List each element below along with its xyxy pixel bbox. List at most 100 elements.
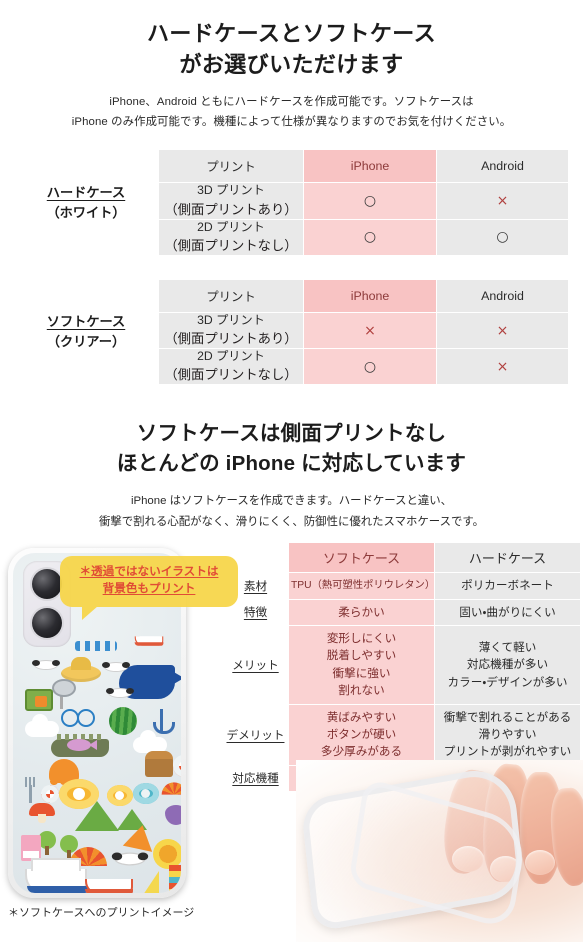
table-row-demerit: デメリット 黄ばみやすい ボタンが硬い 多少厚みがある 衝撃で割れることがある …	[222, 703, 581, 766]
header-hard-case: ハードケース	[434, 542, 581, 574]
hard-case-compatibility-block: ハードケース （ホワイト） プリント iPhone Android 3D プリン…	[0, 149, 583, 256]
soft-vs-hard-comparison-table-wrapper: ソフトケース ハードケース 素材 TPU（熱可塑性ポリウレタン） ポリカーボネー…	[222, 542, 581, 793]
header-iphone: iPhone	[303, 278, 437, 313]
section2-subtext-line1: iPhone はソフトケースを作成できます。ハードケースと違い、	[130, 495, 453, 508]
life-ring-sticker-icon	[173, 755, 181, 778]
cell-iphone-support: ○	[303, 182, 437, 220]
callout-top-line2: 背景色もプリント	[102, 582, 196, 596]
flexible-case-photo: ケースの脱着が 苦手な方におすすめ。	[296, 760, 583, 943]
header-android: Android	[436, 149, 569, 184]
header-iphone: iPhone	[303, 149, 437, 184]
cell-soft-feature: 柔らかい	[288, 598, 435, 627]
cloud-sticker-icon	[25, 714, 59, 738]
cell-hard-material: ポリカーボネート	[434, 572, 581, 600]
print-type-note: （側面プリントなし）	[164, 367, 298, 383]
camera-lens-icon	[32, 569, 62, 600]
soft-vs-hard-comparison-table: ソフトケース ハードケース 素材 TPU（熱可塑性ポリウレタン） ポリカーボネー…	[222, 542, 581, 793]
row-label-merit: メリット	[222, 625, 289, 705]
support-mark: ○	[363, 229, 377, 246]
cell-print-type: 3D プリント （側面プリントあり）	[158, 182, 304, 220]
soft-case-label-main: ソフトケース	[46, 314, 126, 330]
cell-iphone-support: ○	[303, 348, 437, 386]
callout-top-line1: ＊透過ではないイラストは	[79, 565, 219, 579]
ring-sticker-icon	[133, 783, 159, 805]
table-row-feature: 特徴 柔らかい 固い・曲がりにくい	[222, 598, 581, 627]
soft-case-compatibility-block: ソフトケース （クリアー） プリント iPhone Android 3D プリン…	[0, 278, 583, 386]
section1-heading: ハードケースとソフトケース がお選びいただけます	[0, 0, 583, 80]
hard-case-label-sub: （ホワイト）	[46, 204, 126, 220]
support-mark: ○	[363, 193, 377, 209]
cell-soft-merit: 変形しにくい 脱着しやすい 衝撃に強い 割れない	[288, 625, 435, 705]
parasol-sticker-icon	[161, 782, 181, 795]
ship-sticker-icon	[25, 858, 89, 894]
row-label-supported-devices: 対応機種	[222, 764, 289, 793]
hard-case-table: プリント iPhone Android 3D プリント （側面プリントあり） ○…	[158, 149, 569, 256]
boat-sticker-icon	[134, 636, 164, 647]
cell-hard-demerit: 衝撃で割れることがある 滑りやすい プリントが剥がれやすい	[434, 703, 581, 766]
cell-android-support: ×	[436, 348, 569, 386]
wave-sticker-icon	[75, 641, 117, 652]
cell-android-support: ○	[436, 218, 569, 256]
table-header-row: プリント iPhone Android	[158, 149, 569, 184]
support-mark: ○	[496, 229, 509, 246]
camera-lens-icon	[32, 608, 62, 639]
cell-iphone-support: ×	[303, 311, 437, 350]
hill-sticker-icon	[75, 801, 119, 832]
section1-subtext-line1: iPhone、Android ともにハードケースを作成可能です。ソフトケースは	[109, 96, 474, 109]
print-type-name: 2D プリント	[197, 219, 265, 234]
seagull-sticker-icon	[111, 852, 149, 865]
print-type-note: （側面プリントあり）	[164, 201, 298, 217]
footnote-text: ＊ソフトケースへのプリントイメージ	[8, 907, 195, 920]
support-mark: ×	[496, 322, 509, 339]
table-row: 3D プリント （側面プリントあり） ○ ×	[158, 182, 569, 220]
print-type-note: （側面プリントあり）	[164, 331, 298, 347]
print-type-note: （側面プリントなし）	[164, 237, 298, 253]
print-type-name: 2D プリント	[197, 349, 265, 364]
print-type-name: 3D プリント	[197, 183, 265, 198]
section2-heading: ソフトケースは側面プリントなし ほとんどの iPhone に対応しています	[0, 419, 583, 479]
section2-heading-line1: ソフトケースは側面プリントなし	[136, 422, 447, 446]
striped-flag-sticker-icon	[169, 865, 181, 894]
cell-iphone-support: ○	[303, 218, 437, 256]
suitcase-sticker-icon	[25, 689, 53, 712]
cell-print-type: 3D プリント （側面プリントあり）	[158, 311, 304, 350]
table-header-row: ソフトケース ハードケース	[222, 542, 581, 574]
table-row: 2D プリント （側面プリントなし） ○ ○	[158, 218, 569, 256]
starfish-sticker-icon	[122, 822, 158, 853]
table-row: 3D プリント （側面プリントあり） × ×	[158, 311, 569, 350]
header-print: プリント	[158, 278, 304, 313]
header-soft-case: ソフトケース	[288, 542, 435, 574]
support-mark: ×	[496, 193, 509, 209]
seagull-sticker-icon	[32, 660, 60, 670]
cell-print-type: 2D プリント （側面プリントなし）	[158, 348, 304, 386]
hard-case-label-main: ハードケース	[46, 184, 126, 200]
cell-soft-material: TPU（熱可塑性ポリウレタン）	[288, 572, 435, 600]
anchor-sticker-icon	[153, 709, 175, 735]
row-label-demerit: デメリット	[222, 703, 289, 766]
fork-sticker-icon	[25, 777, 37, 804]
table-row-material: 素材 TPU（熱可塑性ポリウレタン） ポリカーボネート	[222, 572, 581, 600]
header-print: プリント	[158, 149, 304, 184]
butterfly-net-sticker-icon	[52, 679, 76, 710]
cell-print-type: 2D プリント （側面プリントなし）	[158, 218, 304, 256]
mushroom-sticker-icon	[29, 803, 55, 824]
section1-subtext-line2: iPhone のみ作成可能です。機種によって仕様が異なりますのでお気を付けくださ…	[71, 116, 512, 129]
sailboat-sticker-icon	[129, 871, 163, 894]
soft-case-label-sub: （クリアー）	[46, 334, 126, 350]
soft-case-table: プリント iPhone Android 3D プリント （側面プリントあり） ×…	[158, 278, 569, 386]
section1-subtext: iPhone、Android ともにハードケースを作成可能です。ソフトケースは …	[0, 93, 583, 133]
bicycle-sticker-icon	[61, 709, 95, 728]
section1-heading-line1: ハードケースとソフトケース	[146, 21, 436, 46]
table-row: 2D プリント （側面プリントなし） ○ ×	[158, 348, 569, 386]
product-description-page: ハードケースとソフトケース がお選びいただけます iPhone、Android …	[0, 0, 583, 952]
cell-android-support: ×	[436, 182, 569, 220]
support-mark: ×	[364, 322, 376, 339]
hard-case-label: ハードケース （ホワイト）	[14, 183, 158, 223]
support-mark: ○	[363, 358, 377, 375]
section2-subtext: iPhone はソフトケースを作成できます。ハードケースと違い、 衝撃で割れる心…	[0, 491, 583, 532]
cell-android-support: ×	[436, 311, 569, 350]
lower-section: ＊透過ではないイラストは 背景色もプリント ソフトケース ハードケース 素材 T…	[0, 542, 583, 943]
boat-sticker-icon	[85, 879, 133, 894]
watermelon-sticker-icon	[109, 707, 137, 736]
section1-heading-line2: がお選びいただけます	[179, 52, 404, 78]
